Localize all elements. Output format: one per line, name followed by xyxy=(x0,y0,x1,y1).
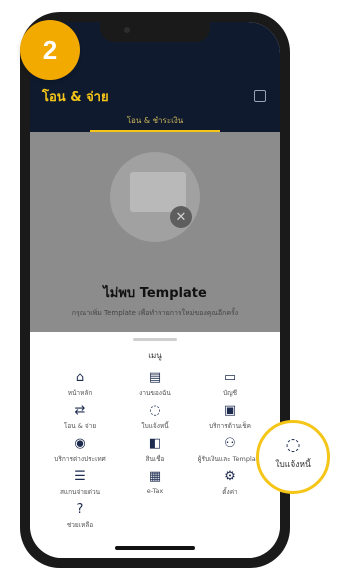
menu-item-loan[interactable]: ◧ สินเชื่อ xyxy=(120,435,190,467)
menu-item-label: สแกนจ่ายด่วน xyxy=(59,488,101,496)
menu-item-account[interactable]: ▭ บัญชี xyxy=(195,369,265,401)
menu-item-label: งานของฉัน xyxy=(139,389,171,397)
menu-sheet: เมนู ⌂ หน้าหลัก ▤ งานของฉัน ▭ บัญชี ⇄ โอ… xyxy=(30,332,280,558)
menu-item-label: e-Tax xyxy=(146,487,164,495)
transfer-icon: ⇄ xyxy=(74,403,86,418)
menu-item-international[interactable]: ◉ บริการต่างประเทศ xyxy=(45,435,115,467)
menu-item-label: ผู้รับเงินและ Template xyxy=(197,455,263,463)
task-icon: ▤ xyxy=(148,370,162,385)
step-number-badge: 2 xyxy=(20,20,80,80)
menu-item-home[interactable]: ⌂ หน้าหลัก xyxy=(45,369,115,401)
menu-item-label: บัญชี xyxy=(222,389,238,397)
menu-item-help[interactable]: ? ช่วยเหลือ xyxy=(45,501,115,533)
settings-icon: ⚙ xyxy=(224,469,236,484)
etax-icon: ▦ xyxy=(148,469,162,484)
edit-icon[interactable] xyxy=(254,90,266,102)
menu-item-quick-scan[interactable]: ☰ สแกนจ่ายด่วน xyxy=(45,468,115,500)
payee-icon: ⚇ xyxy=(224,436,236,451)
menu-item-label: ใบแจ้งหนี้ xyxy=(141,422,169,430)
callout-label: ใบแจ้งหนี้ xyxy=(275,460,311,470)
menu-item-label: ตั้งค่า xyxy=(222,488,238,496)
sheet-drag-handle[interactable] xyxy=(133,338,177,341)
cheque-icon: ▣ xyxy=(223,403,237,418)
menu-item-bill[interactable]: ◌ ใบแจ้งหนี้ xyxy=(120,402,190,434)
close-icon: ✕ xyxy=(170,206,192,228)
empty-state-title: ไม่พบ Template xyxy=(103,286,207,301)
menu-title: เมนู xyxy=(148,351,162,360)
menu-item-label: สินเชื่อ xyxy=(145,455,165,463)
menu-item-etax[interactable]: ▦ e-Tax xyxy=(120,468,190,500)
home-icon: ⌂ xyxy=(75,370,85,385)
menu-item-label: หน้าหลัก xyxy=(67,389,93,397)
scan-icon: ☰ xyxy=(74,469,86,484)
menu-item-settings[interactable]: ⚙ ตั้งค่า xyxy=(195,468,265,500)
tab-transfer-payment[interactable]: โอน & ชำระเงิน xyxy=(30,114,280,127)
menu-item-cheque[interactable]: ▣ บริการด้านเช็ค xyxy=(195,402,265,434)
phone-notch xyxy=(100,22,210,42)
bill-icon: ◌ xyxy=(285,435,301,455)
menu-item-label: ช่วยเหลือ xyxy=(66,521,94,529)
empty-state-description: กรุณาเพิ่ม Template เพื่อทำรายการใหม่ของ… xyxy=(71,309,239,317)
menu-item-label: บริการต่างประเทศ xyxy=(54,455,106,463)
menu-item-label: โอน & จ่าย xyxy=(63,422,97,430)
help-icon: ? xyxy=(76,502,84,517)
phone-screen: โอน & จ่าย โอน & ชำระเงิน ✕ ไม่พบ Templa… xyxy=(30,22,280,558)
menu-item-my-tasks[interactable]: ▤ งานของฉัน xyxy=(120,369,190,401)
bill-icon: ◌ xyxy=(149,403,161,418)
loan-icon: ◧ xyxy=(148,436,162,451)
page-title: โอน & จ่าย xyxy=(42,90,109,105)
menu-item-payee-template[interactable]: ⚇ ผู้รับเงินและ Template xyxy=(195,435,265,467)
camera-icon xyxy=(124,27,130,33)
menu-item-transfer-pay[interactable]: ⇄ โอน & จ่าย xyxy=(45,402,115,434)
globe-icon: ◉ xyxy=(74,436,86,451)
home-indicator[interactable] xyxy=(115,546,195,550)
phone-frame: โอน & จ่าย โอน & ชำระเงิน ✕ ไม่พบ Templa… xyxy=(20,12,290,568)
account-icon: ▭ xyxy=(223,370,237,385)
empty-state: ✕ ไม่พบ Template กรุณาเพิ่ม Template เพื… xyxy=(30,132,280,332)
menu-item-label: บริการด้านเช็ค xyxy=(209,422,251,430)
bill-callout[interactable]: ◌ ใบแจ้งหนี้ xyxy=(256,420,330,494)
